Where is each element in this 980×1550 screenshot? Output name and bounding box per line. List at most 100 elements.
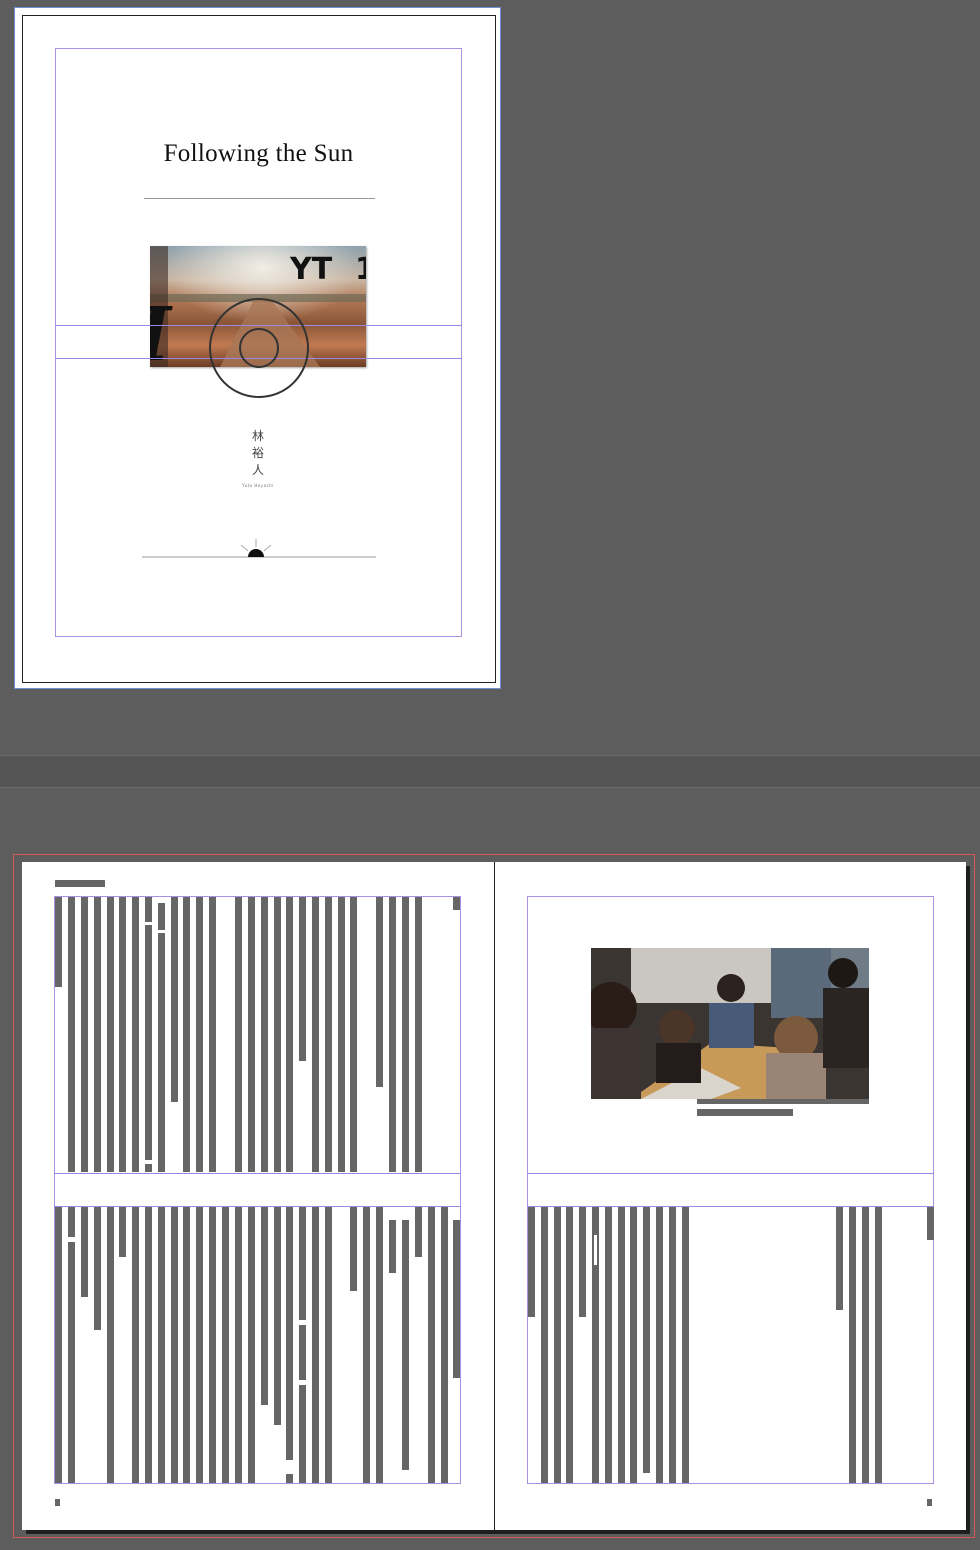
text-column (107, 1207, 114, 1483)
text-column (441, 1207, 448, 1483)
text-column (286, 1207, 293, 1483)
text-column (171, 897, 178, 1102)
text-column (312, 897, 319, 1172)
text-column (68, 1207, 75, 1483)
caption[interactable] (697, 1109, 793, 1116)
text-column (605, 1207, 612, 1483)
text-column (132, 897, 139, 1172)
text-column (618, 1207, 625, 1483)
text-column (849, 1207, 856, 1483)
svg-text:Lid: Lid (150, 288, 173, 367)
text-column (274, 897, 281, 1172)
text-column (875, 1207, 882, 1483)
text-column (274, 1207, 281, 1425)
text-column (428, 1207, 435, 1483)
text-column (402, 897, 409, 1172)
text-column (402, 1220, 409, 1470)
text-column (325, 1207, 332, 1483)
text-column (132, 1207, 139, 1483)
running-header[interactable] (55, 880, 105, 887)
photo-content (591, 948, 869, 1099)
author-name-japanese[interactable]: 林裕人 (248, 428, 268, 479)
text-column (299, 1207, 306, 1483)
text-column (862, 1207, 869, 1483)
punctuation-gap (145, 922, 152, 925)
text-column (55, 1207, 62, 1483)
page-number-left[interactable] (55, 1499, 60, 1506)
pasteboard-divider (0, 755, 980, 788)
text-column (682, 1207, 689, 1483)
text-column (235, 1207, 242, 1483)
text-column (286, 897, 293, 1172)
cover-title[interactable]: Following the Sun (15, 140, 502, 168)
spine-gutter (494, 862, 495, 1530)
text-column (350, 1207, 357, 1291)
text-column (145, 897, 152, 1172)
cover-page[interactable]: Following the Sun YT 1 Lid 林裕人 Yut (14, 7, 501, 689)
text-column (107, 897, 114, 1172)
title-rule (144, 198, 375, 199)
row-guide (54, 1173, 461, 1174)
svg-text:YT: YT (289, 252, 333, 287)
punctuation-gap (286, 1460, 293, 1474)
author-glyph: 人 (251, 463, 264, 477)
text-column (248, 1207, 255, 1483)
text-column (376, 1207, 383, 1483)
text-column (541, 1207, 548, 1483)
text-column (389, 1220, 396, 1273)
author-glyph: 林 (251, 429, 264, 443)
text-column (158, 903, 165, 1172)
text-column (94, 1207, 101, 1330)
text-column (209, 897, 216, 1172)
text-column (350, 897, 357, 1172)
row-guide (54, 1206, 461, 1207)
punctuation-gap (594, 1235, 597, 1265)
text-column (55, 897, 62, 987)
text-column (119, 897, 126, 1172)
left-page-margin (54, 896, 461, 1484)
text-column (222, 1207, 229, 1483)
text-column (453, 897, 460, 910)
svg-text:1: 1 (355, 252, 366, 287)
text-column (312, 1207, 319, 1483)
text-column (528, 1207, 535, 1317)
text-column (209, 1207, 216, 1483)
text-column (630, 1207, 637, 1483)
text-column (338, 897, 345, 1172)
text-column (261, 897, 268, 1172)
text-column (196, 1207, 203, 1483)
text-column (68, 897, 75, 1172)
punctuation-gap (158, 930, 165, 933)
text-column (145, 1207, 152, 1483)
text-column (927, 1207, 934, 1240)
text-column (235, 897, 242, 1172)
text-column (119, 1207, 126, 1257)
punctuation-gap (299, 1320, 306, 1325)
text-column (389, 897, 396, 1172)
text-column (415, 897, 422, 1172)
text-column (261, 1207, 268, 1405)
text-column (81, 897, 88, 1172)
punctuation-gap (299, 1380, 306, 1385)
text-column (183, 897, 190, 1172)
text-column (171, 1207, 178, 1483)
text-column (299, 897, 306, 1061)
row-guide (527, 1206, 934, 1207)
rising-sun-icon (142, 539, 376, 558)
text-column (656, 1207, 663, 1483)
text-column (554, 1207, 561, 1483)
punctuation-gap (145, 1160, 152, 1164)
content-grabber-icon[interactable] (207, 296, 311, 400)
page-number-right[interactable] (927, 1499, 932, 1506)
text-column (81, 1207, 88, 1297)
photo-frame-edge (697, 1099, 869, 1104)
punctuation-gap (68, 1237, 75, 1242)
author-glyph: 裕 (251, 446, 264, 460)
text-column (579, 1207, 586, 1317)
text-column (196, 897, 203, 1172)
text-column (325, 897, 332, 1172)
group-puzzle-photo[interactable] (591, 948, 869, 1099)
author-name-romaji[interactable]: Yuto Hayashi (218, 483, 298, 488)
text-column (376, 897, 383, 1087)
text-column (453, 1220, 460, 1378)
